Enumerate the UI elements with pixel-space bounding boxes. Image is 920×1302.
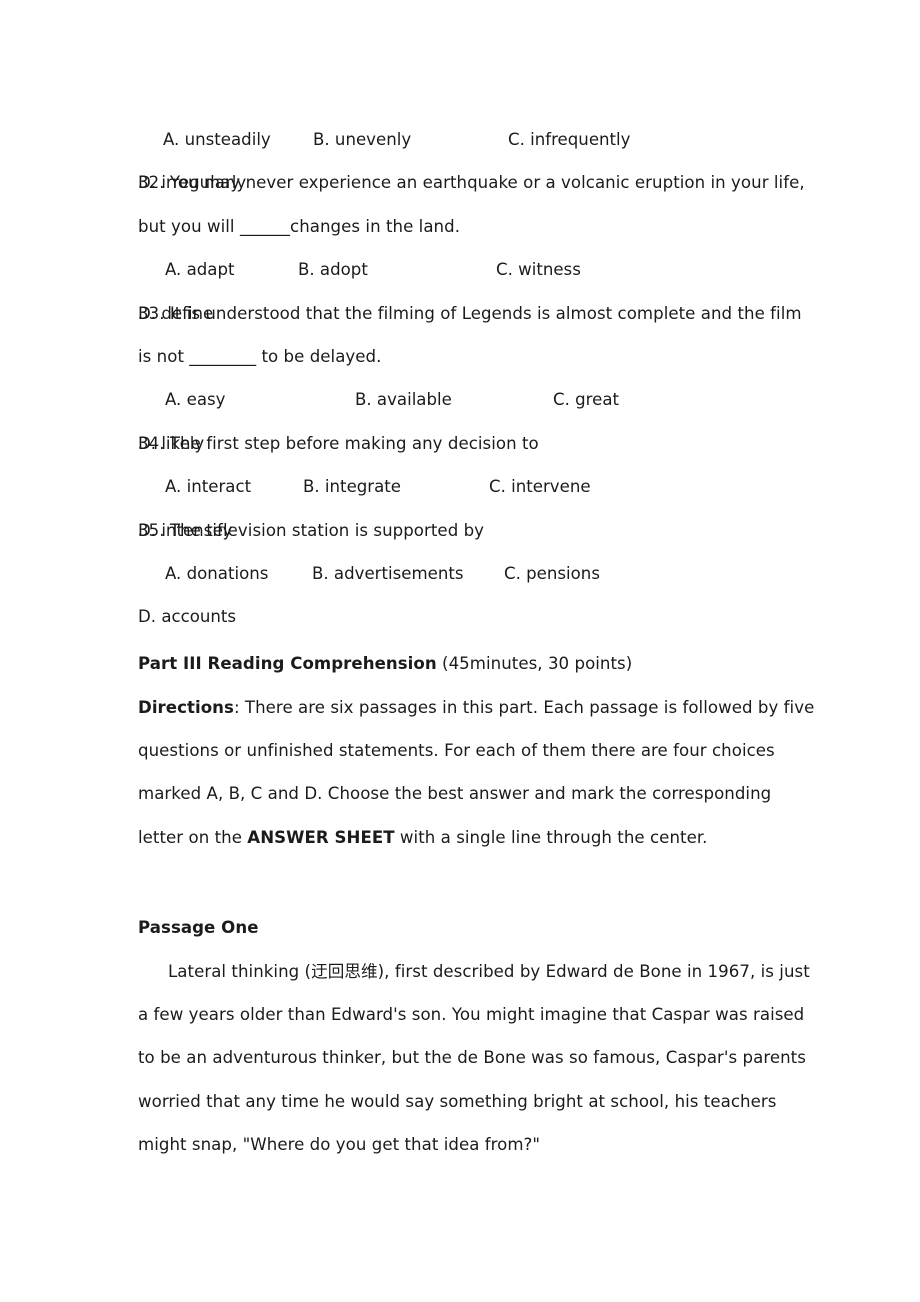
options-row-q31: A. unsteadily B. unevenly C. infrequentl… <box>138 118 798 192</box>
answer-blank[interactable]: ______ <box>240 217 290 236</box>
option-c[interactable]: C. intervene <box>489 465 633 508</box>
option-a[interactable]: A. unsteadily <box>163 118 313 161</box>
passage-text-suffix: ), first described by Edward de Bone in … <box>377 961 810 981</box>
passage-text-prefix: Lateral thinking ( <box>168 961 312 981</box>
question-33-stem-line-2: is not ________ to be delayed. <box>138 335 798 378</box>
option-b[interactable]: B. adopt <box>298 248 496 291</box>
passage-one-line-2: a few years older than Edward's son. You… <box>138 1005 805 1025</box>
option-b[interactable]: B. unevenly <box>313 118 508 161</box>
directions-text: : There are six passages in this part. E… <box>233 697 815 717</box>
passage-one-line-1: Lateral thinking (迂回思维), first described… <box>138 950 810 993</box>
exam-page: A. unsteadily B. unevenly C. infrequentl… <box>0 0 920 1302</box>
question-34-stem: 34. The first step before making any dec… <box>138 433 539 453</box>
answer-sheet-emphasis: ANSWER SHEET <box>247 827 395 847</box>
part-three-title: Part III Reading Comprehension <box>138 654 437 674</box>
question-32-stem-line-1: 32. You may never experience an earthqua… <box>138 173 805 193</box>
passage-one-heading: Passage One <box>138 918 259 938</box>
option-a[interactable]: A. easy <box>165 378 355 421</box>
answer-blank[interactable]: ________ <box>189 347 256 366</box>
page-body: A. unsteadily B. unevenly C. infrequentl… <box>138 118 814 1167</box>
option-c[interactable]: C. infrequently <box>508 118 662 161</box>
options-row-q33: A. easy B. available C. great D. likely <box>138 378 798 452</box>
passage-one-line-4: worried that any time he would say somet… <box>138 1091 777 1111</box>
option-b[interactable]: B. advertisements <box>312 552 504 595</box>
options-row-q32: A. adapt B. adopt C. witness D. define <box>138 248 798 322</box>
directions-text-suffix: with a single line through the center. <box>394 827 708 847</box>
directions-text-prefix: letter on the <box>138 827 248 847</box>
options-row-q35: A. donations B. advertisements C. pensio… <box>138 552 798 626</box>
passage-one-line-5: might snap, "Where do you get that idea … <box>138 1135 541 1155</box>
passage-spacer <box>138 859 798 906</box>
option-c[interactable]: C. great <box>553 378 712 421</box>
option-b[interactable]: B. available <box>355 378 553 421</box>
option-a[interactable]: A. interact <box>165 465 303 508</box>
option-d[interactable]: D. accounts <box>138 595 236 638</box>
options-row-q34: A. interact B. integrate C. intervene D.… <box>138 465 798 539</box>
directions-line-2: questions or unfinished statements. For … <box>138 741 775 761</box>
part-three-meta: (45minutes, 30 points) <box>436 654 633 674</box>
option-c[interactable]: C. witness <box>496 248 626 291</box>
directions-label: Directions <box>138 697 234 717</box>
question-33-stem-line-1: 33. It is understood that the filming of… <box>138 303 802 323</box>
part-three-heading: Part III Reading Comprehension (45minute… <box>138 642 798 685</box>
option-a[interactable]: A. adapt <box>165 248 298 291</box>
passage-chinese-gloss: 迂回思维 <box>311 961 378 981</box>
directions-line-3: marked A, B, C and D. Choose the best an… <box>138 784 772 804</box>
directions-line-1: Directions: There are six passages in th… <box>138 686 814 729</box>
option-b[interactable]: B. integrate <box>303 465 489 508</box>
stem-text-suffix: changes in the land. <box>290 216 461 236</box>
stem-text-suffix: to be delayed. <box>256 346 382 366</box>
option-c[interactable]: C. pensions <box>504 552 644 595</box>
stem-text-prefix: but you will <box>138 216 240 236</box>
stem-text-prefix: is not <box>138 346 190 366</box>
option-a[interactable]: A. donations <box>165 552 312 595</box>
directions-line-4: letter on the ANSWER SHEET with a single… <box>138 816 798 859</box>
question-35-stem: 35. The television station is supported … <box>138 520 485 540</box>
question-32-stem-line-2: but you will ______changes in the land. <box>138 205 798 248</box>
passage-one-line-3: to be an adventurous thinker, but the de… <box>138 1048 806 1068</box>
